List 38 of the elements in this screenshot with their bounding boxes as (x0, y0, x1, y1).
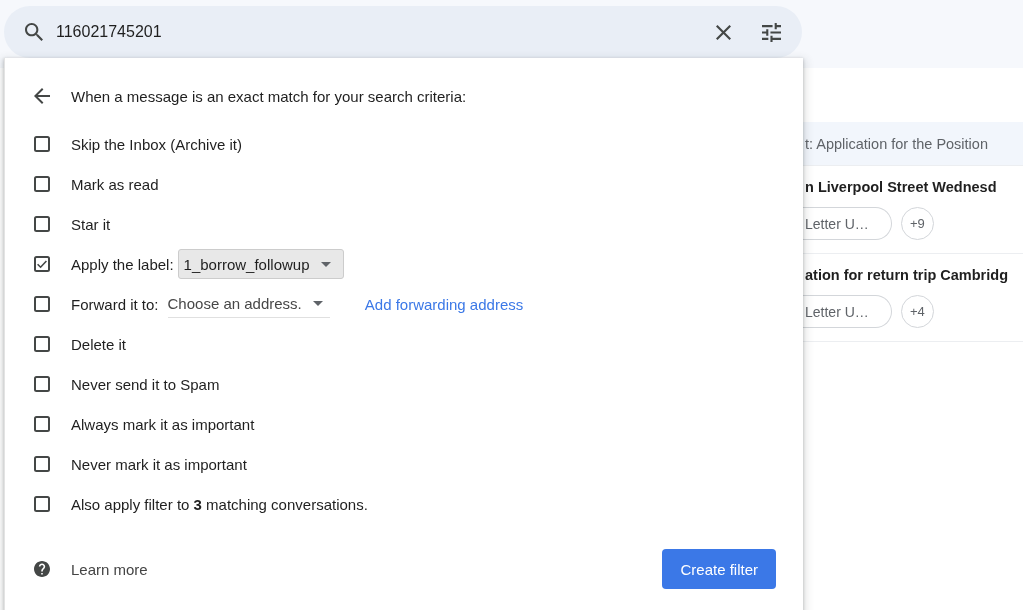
close-icon[interactable] (716, 24, 731, 40)
option-label: Delete it (71, 335, 127, 353)
checkbox[interactable] (34, 296, 50, 312)
checkbox[interactable] (34, 376, 50, 392)
add-forwarding-link[interactable]: Add forwarding address (364, 295, 524, 313)
thread-subject: ation for return trip Cambridg (805, 266, 1008, 285)
option-label: Mark as read (71, 175, 159, 193)
caret-icon (320, 261, 331, 267)
checkbox[interactable] (34, 176, 50, 192)
checkbox[interactable] (34, 416, 50, 432)
checkbox[interactable] (34, 216, 50, 232)
option-label: Apply the label: (71, 255, 174, 273)
create-filter-button[interactable]: Create filter (662, 549, 776, 589)
option-label: Also apply filter to 3 matching conversations. (71, 495, 368, 513)
option-label: Forward it to: (71, 295, 159, 313)
panel-heading: When a message is an exact match for your search criteria: (71, 87, 467, 105)
address-dropdown[interactable]: Choose an address. (167, 290, 330, 318)
checkbox[interactable] (34, 336, 50, 352)
checkbox[interactable] (34, 256, 50, 272)
help-icon[interactable] (34, 561, 50, 577)
option-label: Always mark it as important (71, 415, 255, 433)
thread-subject: n Liverpool Street Wednesd (805, 178, 997, 197)
search-icon[interactable] (25, 23, 43, 41)
tune-icon[interactable] (762, 22, 781, 42)
back-arrow-icon[interactable] (34, 88, 50, 104)
thread-subject: t: Application for the Position (805, 134, 988, 154)
checkbox[interactable] (34, 496, 50, 512)
thread-row[interactable]: t: Application for the Position (803, 122, 1023, 166)
checkbox[interactable] (34, 136, 50, 152)
caret-icon (312, 301, 323, 306)
option-label: Never send it to Spam (71, 375, 220, 393)
learn-more-link[interactable]: Learn more (71, 560, 148, 578)
option-label: Skip the Inbox (Archive it) (71, 135, 242, 153)
checkbox[interactable] (34, 456, 50, 472)
option-label: Never mark it as important (71, 455, 247, 473)
search-field[interactable]: 116021745201 (4, 6, 802, 58)
option-label: Star it (71, 215, 111, 233)
label-dropdown[interactable]: 1_borrow_followup (177, 249, 344, 279)
